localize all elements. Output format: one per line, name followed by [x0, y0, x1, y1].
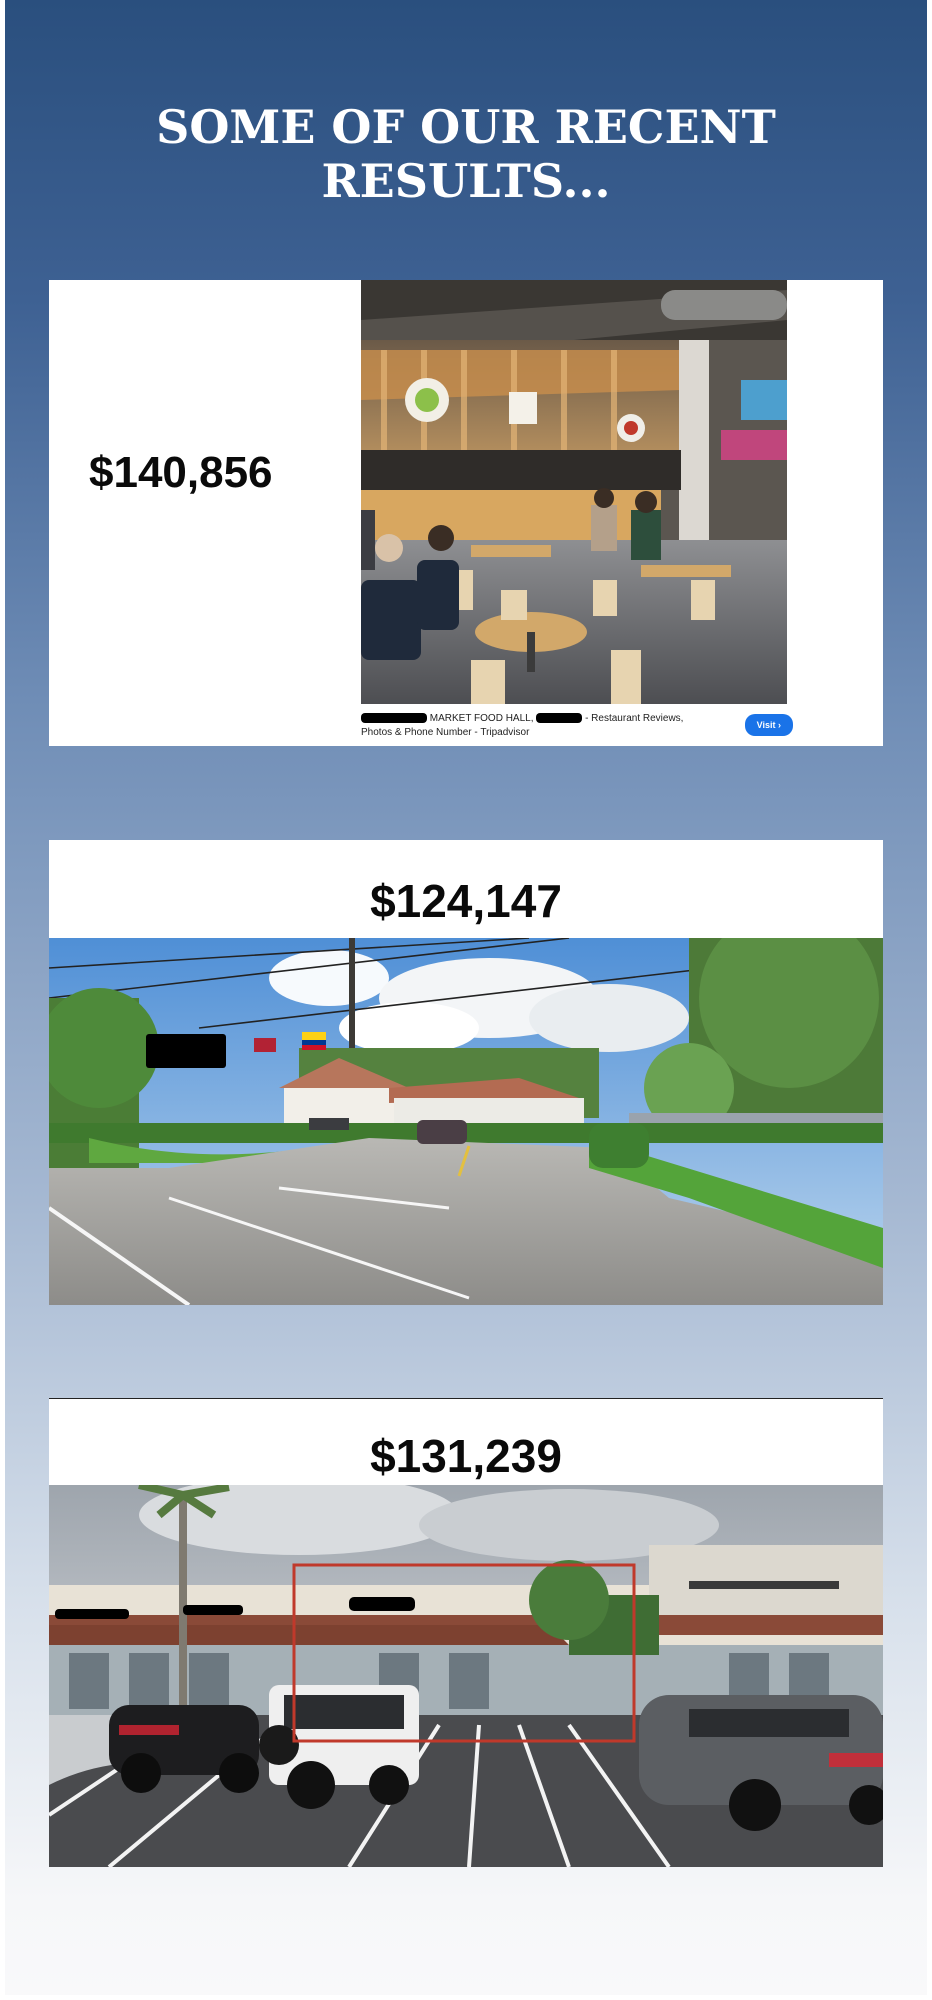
caption-line-2: Photos & Phone Number - Tripadvisor	[361, 727, 530, 738]
result-card-2: $124,147	[49, 840, 883, 1305]
result-amount: $124,147	[370, 875, 562, 927]
redaction-bar	[536, 713, 583, 724]
results-page: SOME OF OUR RECENT RESULTS... $140,856 M…	[5, 0, 927, 1995]
result-amount: $140,856	[89, 448, 273, 497]
result-card-1: $140,856 MARKET FOOD HALL, - Restaurant …	[49, 280, 883, 746]
food-hall-photo	[361, 280, 787, 704]
shopping-plaza-photo	[49, 1485, 883, 1867]
redaction-bar	[361, 713, 427, 724]
result-card-3: $131,239	[49, 1398, 883, 1867]
result-amount: $131,239	[370, 1430, 562, 1482]
visit-button[interactable]: Visit ›	[744, 714, 793, 736]
page-title: SOME OF OUR RECENT RESULTS...	[156, 100, 776, 208]
image-caption: MARKET FOOD HALL, - Restaurant Reviews, …	[361, 712, 793, 746]
restaurant-entrance-photo	[49, 938, 883, 1305]
caption-line-1: MARKET FOOD HALL, - Restaurant Reviews,	[361, 712, 791, 726]
